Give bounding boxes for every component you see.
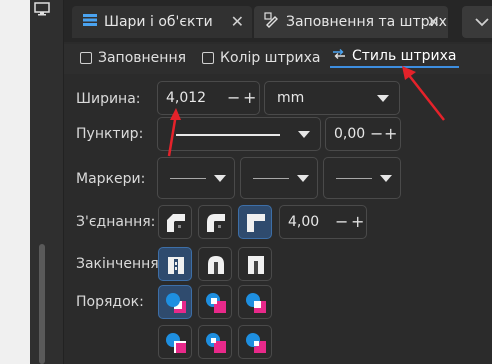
order-stroke-fill-markers-button[interactable] — [198, 285, 232, 319]
increment-button[interactable]: + — [243, 88, 256, 107]
annotation-arrow-icon — [402, 66, 445, 121]
increment-button[interactable]: + — [384, 124, 397, 143]
caret-down-icon — [298, 131, 310, 138]
subtab-label: Колір штриха — [220, 50, 321, 66]
join-round-button[interactable] — [198, 205, 232, 239]
tab-label: Заповнення та штрих — [286, 14, 447, 30]
miter-limit-input[interactable]: 4,00 − + — [279, 205, 367, 239]
paint-order-icon — [246, 333, 266, 353]
layers-icon — [82, 13, 98, 31]
join-bevel-icon — [167, 214, 185, 232]
markers-label: Маркери: — [76, 171, 146, 187]
paint-order-icon — [206, 333, 226, 353]
cap-square-icon — [248, 256, 264, 274]
canvas-area[interactable] — [0, 0, 30, 364]
miter-limit-value[interactable]: 4,00 — [288, 214, 319, 230]
marker-preview — [253, 178, 289, 179]
marker-preview — [170, 178, 206, 179]
decrement-button[interactable]: − — [370, 124, 383, 143]
order-markers-fill-stroke-button[interactable] — [158, 325, 192, 359]
width-value[interactable]: 4,012 — [166, 90, 206, 106]
paint-order-label: Порядок: — [76, 294, 144, 310]
close-icon[interactable]: ✕ — [231, 12, 244, 31]
join-bevel-button[interactable] — [158, 205, 192, 239]
decrement-button[interactable]: − — [335, 212, 348, 231]
unit-value: mm — [277, 90, 305, 106]
decrement-button[interactable]: − — [227, 88, 240, 107]
start-marker-select[interactable] — [157, 157, 235, 199]
fill-stroke-icon — [264, 12, 280, 32]
join-round-icon — [207, 214, 225, 232]
join-miter-icon — [247, 214, 265, 232]
monitor-icon[interactable] — [34, 2, 54, 18]
subtab-label: Заповнення — [98, 50, 187, 66]
paint-order-icon — [246, 293, 266, 313]
caret-down-icon — [380, 175, 392, 182]
cap-square-button[interactable] — [238, 247, 272, 281]
cap-butt-button[interactable] — [158, 247, 192, 281]
order-fill-stroke-markers-button[interactable] — [158, 285, 192, 319]
end-marker-select[interactable] — [323, 157, 401, 199]
tab-label: Шари і об'єкти — [104, 14, 213, 30]
solid-dash-preview — [176, 134, 280, 136]
caret-down-icon — [297, 175, 309, 182]
dash-label: Пунктир: — [76, 126, 144, 142]
subtab-fill[interactable]: Заповнення — [80, 50, 186, 66]
dash-offset-input[interactable]: 0,00 − + — [325, 117, 401, 151]
tabs-menu-button[interactable] — [462, 6, 492, 38]
width-unit-select[interactable]: mm — [264, 81, 400, 115]
order-stroke-markers-fill-button[interactable] — [198, 325, 232, 359]
cap-round-icon — [208, 256, 224, 274]
join-miter-button[interactable] — [238, 205, 272, 239]
vertical-scrollbar[interactable] — [39, 244, 45, 364]
marker-preview — [336, 178, 372, 179]
cap-round-button[interactable] — [198, 247, 232, 281]
tab-fill-stroke[interactable]: Заповнення та штрих ✕ — [254, 6, 448, 38]
caret-down-icon — [377, 95, 389, 102]
width-label: Ширина: — [76, 91, 141, 107]
tab-layers-objects[interactable]: Шари і об'єкти ✕ — [72, 6, 252, 38]
caret-down-icon — [214, 175, 226, 182]
checkbox-icon — [202, 52, 214, 64]
cap-butt-icon — [168, 257, 184, 274]
paint-order-icon — [206, 293, 226, 313]
close-icon[interactable]: ✕ — [427, 12, 440, 31]
paint-order-icon — [166, 333, 186, 353]
order-markers-stroke-fill-button[interactable] — [238, 325, 272, 359]
increment-button[interactable]: + — [351, 212, 364, 231]
annotation-arrow-icon — [167, 108, 181, 157]
join-label: З'єднання: — [76, 214, 156, 230]
stroke-style-icon — [332, 48, 346, 64]
dash-offset-value[interactable]: 0,00 — [334, 126, 365, 142]
paint-order-icon — [166, 293, 186, 313]
checkbox-icon — [80, 52, 92, 64]
side-toolbar — [30, 0, 64, 364]
order-fill-markers-stroke-button[interactable] — [238, 285, 272, 319]
subtab-stroke-paint[interactable]: Колір штриха — [202, 50, 321, 66]
dialog-tab-bar: Шари і об'єкти ✕ Заповнення та штрих ✕ — [64, 0, 492, 42]
caps-label: Закінчення: — [76, 256, 164, 272]
mid-marker-select[interactable] — [240, 157, 318, 199]
